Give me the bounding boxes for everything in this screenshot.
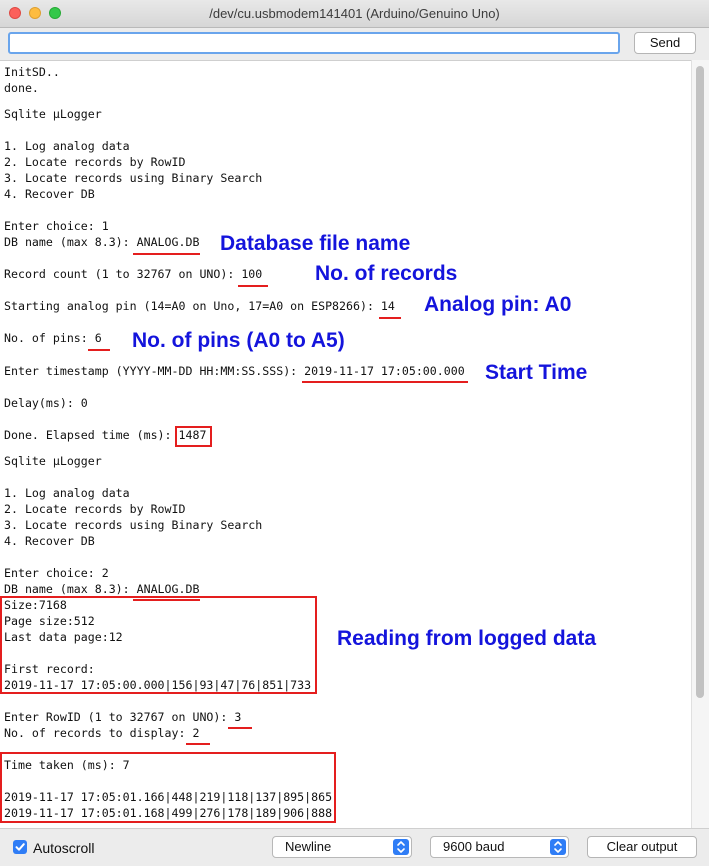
db-name-underline: [133, 253, 200, 255]
no-of-records-annotation: No. of records: [315, 262, 458, 285]
send-toolbar: Send: [0, 28, 709, 60]
window-title: /dev/cu.usbmodem141401 (Arduino/Genuino …: [209, 6, 500, 21]
output-line: 3. Locate records using Binary Search: [4, 518, 263, 532]
serial-output[interactable]: InitSD.. done. Sqlite µLogger 1. Log ana…: [0, 60, 691, 828]
record-count-underline: [238, 285, 268, 287]
footer-bar: Autoscroll Newline 9600 baud Clear outpu…: [0, 828, 709, 866]
output-line: Enter timestamp (YYYY-MM-DD HH:MM:SS.SSS…: [4, 364, 465, 378]
analog-pin-underline: [379, 317, 401, 319]
reading-logged-data-annotation: Reading from logged data: [337, 627, 597, 650]
output-line: 2. Locate records by RowID: [4, 155, 186, 169]
updown-chevron-icon: [393, 839, 409, 855]
output-line: 4. Recover DB: [4, 534, 95, 548]
analog-pin-annotation: Analog pin: A0: [424, 293, 572, 316]
line-ending-value: Newline: [285, 839, 332, 854]
display-count-underline: [186, 743, 210, 745]
autoscroll-label[interactable]: Autoscroll: [33, 840, 94, 856]
clear-output-button[interactable]: Clear output: [587, 836, 697, 858]
output-line: DB name (max 8.3): ANALOG.DB: [4, 582, 200, 596]
rowid-underline: [228, 727, 252, 729]
vertical-scrollbar[interactable]: [691, 60, 709, 828]
output-line: Sqlite µLogger: [4, 107, 102, 121]
output-line: Record count (1 to 32767 on UNO): 100: [4, 267, 263, 281]
scrollbar-thumb[interactable]: [696, 66, 704, 698]
output-line: 1. Log analog data: [4, 486, 130, 500]
checkmark-icon: [15, 843, 25, 851]
output-line: Delay(ms): 0: [4, 396, 88, 410]
time-taken-box: [0, 752, 336, 823]
title-bar: /dev/cu.usbmodem141401 (Arduino/Genuino …: [0, 0, 709, 28]
output-line: DB name (max 8.3): ANALOG.DB: [4, 235, 200, 249]
line-ending-select[interactable]: Newline: [272, 836, 412, 858]
start-time-annotation: Start Time: [485, 361, 588, 384]
elapsed-time-box: [175, 426, 212, 447]
output-line: done.: [4, 81, 39, 95]
output-line: InitSD..: [4, 65, 60, 79]
send-button[interactable]: Send: [634, 32, 696, 54]
output-line: Enter choice: 2: [4, 566, 109, 580]
serial-input[interactable]: [8, 32, 620, 54]
output-line: 4. Recover DB: [4, 187, 95, 201]
output-line: 1. Log analog data: [4, 139, 130, 153]
output-line: Sqlite µLogger: [4, 454, 102, 468]
autoscroll-checkbox[interactable]: [13, 840, 27, 854]
output-line: Enter choice: 1: [4, 219, 109, 233]
output-line: 2. Locate records by RowID: [4, 502, 186, 516]
output-line: No. of records to display: 2: [4, 726, 200, 740]
output-line: No. of pins: 6: [4, 331, 102, 345]
no-of-pins-annotation: No. of pins (A0 to A5): [132, 329, 345, 352]
timestamp-underline: [302, 381, 468, 383]
db-file-name-annotation: Database file name: [220, 232, 411, 255]
output-line: 3. Locate records using Binary Search: [4, 171, 263, 185]
output-line: Enter RowID (1 to 32767 on UNO): 3: [4, 710, 242, 724]
updown-chevron-icon: [550, 839, 566, 855]
baud-rate-value: 9600 baud: [443, 839, 505, 854]
pin-count-underline: [88, 349, 110, 351]
output-line: Starting analog pin (14=A0 on Uno, 17=A0…: [4, 299, 395, 313]
logged-data-box: [0, 596, 317, 694]
baud-rate-select[interactable]: 9600 baud: [430, 836, 569, 858]
